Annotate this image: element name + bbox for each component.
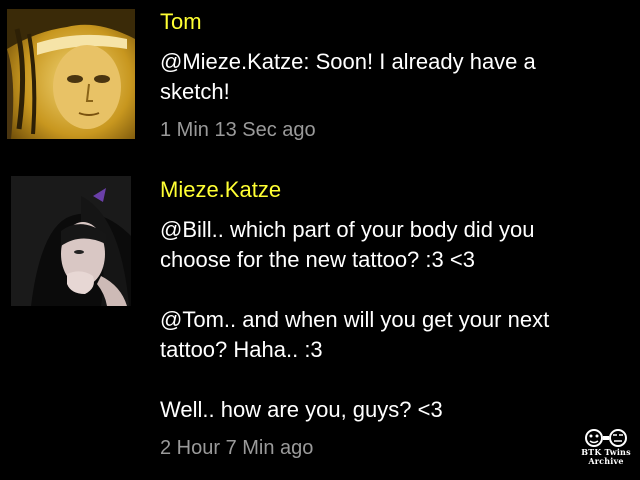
message-line: @Bill.. which part of your body did you [160, 217, 535, 242]
message-line: Well.. how are you, guys? <3 [160, 397, 443, 422]
avatar[interactable] [11, 176, 131, 306]
timestamp: 2 Hour 7 Min ago [160, 437, 314, 459]
avatar-image-tom [7, 9, 135, 139]
timestamp: 1 Min 13 Sec ago [160, 119, 316, 141]
watermark-line2: Archive [588, 456, 624, 466]
post-item: Mieze.Katze @Bill.. which part of your b… [0, 168, 640, 480]
avatar[interactable] [7, 9, 135, 139]
post-item: Tom @Mieze.Katze: Soon! I already have a… [0, 0, 640, 160]
message-line: @Mieze.Katze: Soon! I already have a [160, 49, 536, 74]
message-line: @Tom.. and when will you get your next [160, 307, 550, 332]
message-line: sketch! [160, 79, 230, 104]
btk-twins-logo-icon [585, 429, 627, 447]
message-line: choose for the new tattoo? :3 <3 [160, 247, 475, 272]
message-text: @Mieze.Katze: Soon! I already have a ske… [160, 47, 620, 107]
username[interactable]: Mieze.Katze [160, 177, 281, 203]
message-line: tattoo? Haha.. :3 [160, 337, 323, 362]
watermark-logo: BTK Twins Archive [578, 428, 634, 468]
message-text: @Bill.. which part of your body did you … [160, 215, 620, 425]
avatar-image-mieze-katze [11, 176, 131, 306]
username[interactable]: Tom [160, 9, 202, 35]
